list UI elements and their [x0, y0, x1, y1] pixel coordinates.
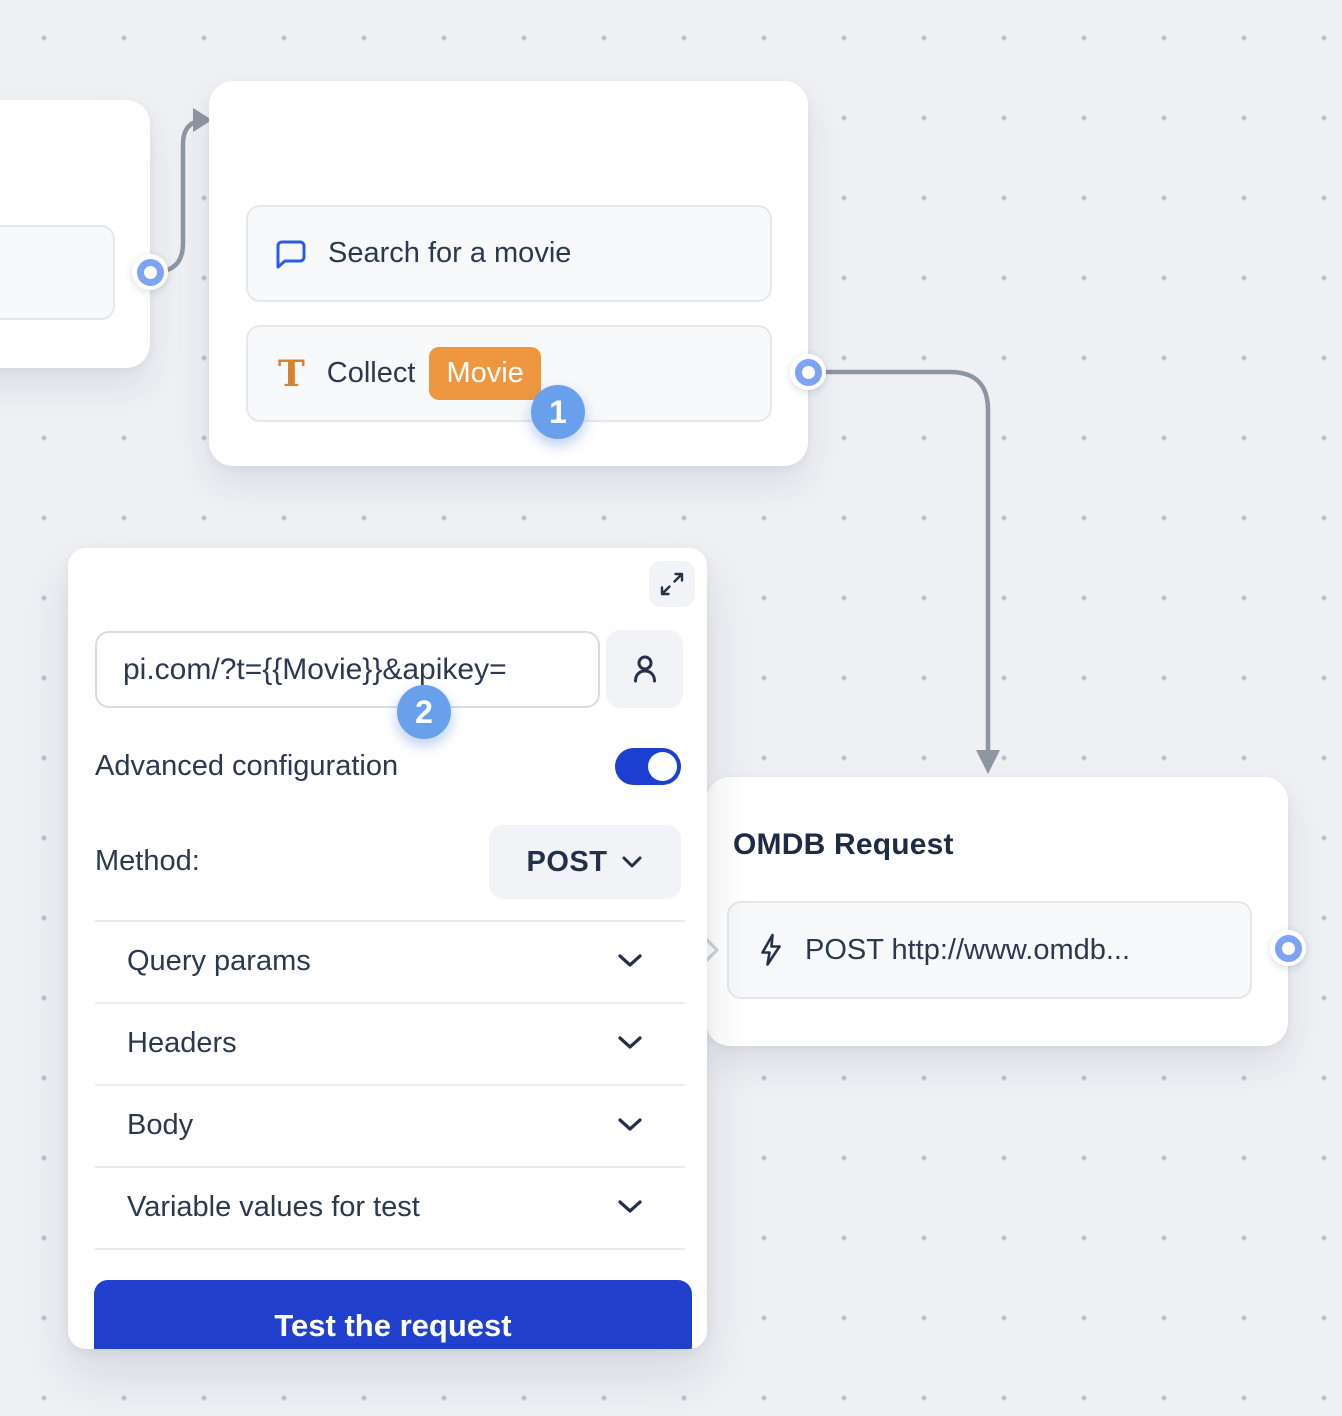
divider [95, 1248, 685, 1250]
advanced-configuration-label: Advanced configuration [95, 750, 398, 783]
node-omdb-request[interactable]: OMDB Request POST http://www.omdb... [706, 777, 1288, 1046]
method-value: POST [527, 846, 608, 879]
variable-badge[interactable]: Movie [429, 347, 540, 400]
test-request-button[interactable]: Test the request [94, 1280, 692, 1349]
section-label: Headers [127, 1027, 237, 1060]
chevron-down-icon [617, 1117, 643, 1133]
toggle-knob [648, 752, 677, 781]
output-port[interactable] [790, 354, 826, 390]
advanced-configuration-toggle[interactable] [615, 748, 681, 785]
chevron-down-icon [617, 1199, 643, 1215]
section-label: Query params [127, 945, 311, 978]
method-label: Method: [95, 845, 200, 878]
port-ring [137, 259, 164, 286]
item-label: Search for a movie [328, 237, 571, 270]
node-movie-search[interactable]: Movie search Search for a movie T Collec… [209, 81, 808, 466]
wire-left-to-movie [154, 120, 207, 272]
output-port[interactable] [1270, 930, 1306, 966]
node-title: OMDB Request [733, 828, 954, 862]
movie-item-search[interactable]: Search for a movie [246, 205, 772, 302]
item-label: POST http://www.omdb... [805, 934, 1130, 967]
expand-button[interactable] [649, 561, 695, 607]
item-label: Collect [327, 357, 416, 390]
movie-item-collect[interactable]: T Collect Movie [246, 325, 772, 422]
step-badge-2: 2 [397, 685, 451, 739]
node-partial[interactable] [0, 100, 150, 368]
expand-icon [659, 571, 685, 597]
port-ring [1275, 935, 1302, 962]
section-label: Body [127, 1109, 193, 1142]
output-port[interactable] [132, 254, 168, 290]
lightning-icon [755, 933, 787, 967]
text-input-icon: T [278, 356, 305, 392]
flow-canvas[interactable]: Movie search Search for a movie T Collec… [0, 0, 1342, 1416]
chevron-down-icon [621, 855, 643, 869]
chevron-down-icon [617, 1035, 643, 1051]
method-dropdown[interactable]: POST [489, 825, 681, 899]
chevron-down-icon [617, 953, 643, 969]
user-icon [626, 650, 664, 688]
step-badge-1: 1 [531, 385, 585, 439]
section-variable-values[interactable]: Variable values for test [68, 1166, 707, 1248]
section-label: Variable values for test [127, 1191, 420, 1224]
port-ring [795, 359, 822, 386]
chat-bubble-icon [274, 237, 308, 271]
arrowhead-down-icon [976, 750, 1000, 774]
variables-button[interactable] [606, 630, 683, 708]
wire-movie-to-omdb [824, 372, 988, 752]
url-input[interactable] [95, 631, 600, 708]
webhook-config-panel: 2 Advanced configuration Method: POST Qu… [68, 548, 707, 1349]
omdb-item-webhook[interactable]: POST http://www.omdb... [727, 901, 1252, 999]
section-query-params[interactable]: Query params [68, 920, 707, 1002]
section-body[interactable]: Body [68, 1084, 707, 1166]
section-headers[interactable]: Headers [68, 1002, 707, 1084]
node-partial-item[interactable] [0, 225, 115, 320]
